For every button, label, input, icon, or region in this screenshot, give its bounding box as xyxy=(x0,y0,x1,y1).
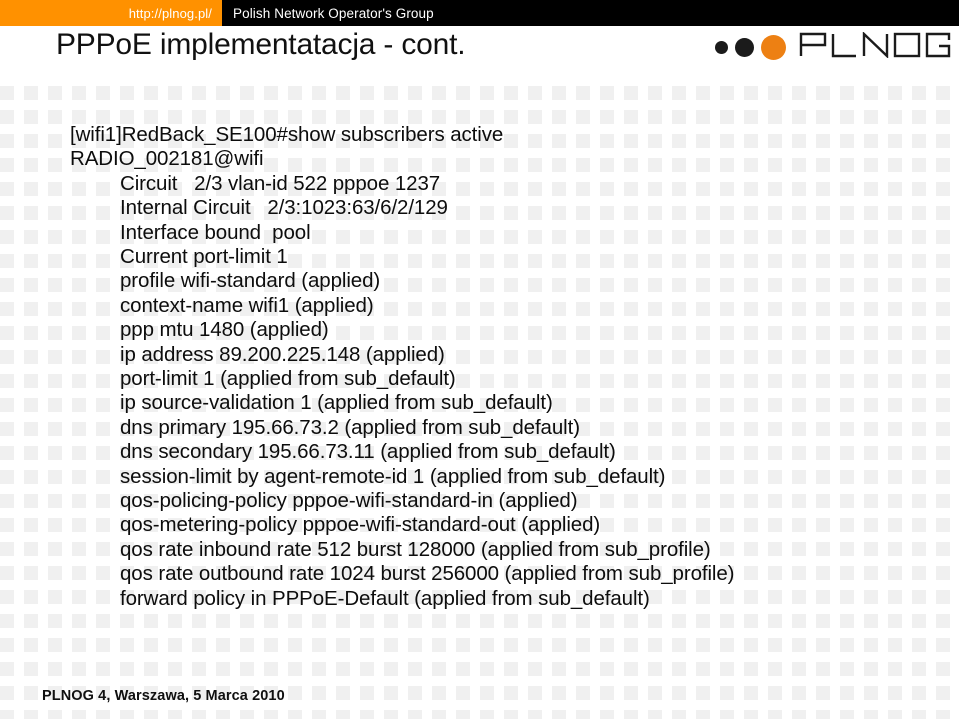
terminal-line: Circuit 2/3 vlan-id 522 pppoe 1237 xyxy=(120,171,441,195)
logo-dot-large-orange-icon xyxy=(761,34,786,60)
header-url[interactable]: http://plnog.pl/ xyxy=(0,0,212,26)
terminal-line: qos rate outbound rate 1024 burst 256000… xyxy=(120,562,735,586)
header-tagline: Polish Network Operator's Group xyxy=(233,5,434,21)
terminal-line: forward policy in PPPoE-Default (applied… xyxy=(120,586,650,610)
page-title: PPPoE implementatacja - cont. xyxy=(56,28,466,61)
background-checker-pattern xyxy=(0,86,959,719)
terminal-line: ppp mtu 1480 (applied) xyxy=(120,318,329,342)
terminal-line: [wifi1]RedBack_SE100#show subscribers ac… xyxy=(70,123,504,146)
terminal-line: ip source-validation 1 (applied from sub… xyxy=(120,391,553,415)
top-header-bar: http://plnog.pl/ Polish Network Operator… xyxy=(0,0,959,26)
terminal-line: RADIO_002181@wifi xyxy=(70,147,264,171)
plnog-logo xyxy=(715,30,951,63)
terminal-line: qos-metering-policy pppoe-wifi-standard-… xyxy=(120,513,601,537)
terminal-line: session-limit by agent-remote-id 1 (appl… xyxy=(120,464,666,488)
terminal-line: context-name wifi1 (applied) xyxy=(120,293,374,317)
footer-text: PLNOG 4, Warszawa, 5 Marca 2010 xyxy=(42,688,285,704)
logo-wordmark xyxy=(799,30,951,63)
logo-dot-small-icon xyxy=(715,40,728,54)
terminal-line: qos-policing-policy pppoe-wifi-standard-… xyxy=(120,489,578,512)
terminal-line: profile wifi-standard (applied) xyxy=(120,269,381,293)
logo-dot-medium-icon xyxy=(735,37,754,57)
terminal-line: Internal Circuit 2/3:1023:63/6/2/129 xyxy=(120,196,448,220)
terminal-line: ip address 89.200.225.148 (applied) xyxy=(120,342,445,366)
terminal-line: dns secondary 195.66.73.11 (applied from… xyxy=(120,440,616,464)
terminal-line: dns primary 195.66.73.2 (applied from su… xyxy=(120,415,580,439)
terminal-line: port-limit 1 (applied from sub_default) xyxy=(120,367,456,390)
terminal-line: Current port-limit 1 xyxy=(120,245,288,268)
terminal-output: [wifi1]RedBack_SE100#show subscribers ac… xyxy=(0,0,959,719)
terminal-line: qos rate inbound rate 512 burst 128000 (… xyxy=(120,537,711,561)
slide-root: http://plnog.pl/ Polish Network Operator… xyxy=(0,0,959,719)
terminal-line: Interface bound pool xyxy=(120,220,311,244)
